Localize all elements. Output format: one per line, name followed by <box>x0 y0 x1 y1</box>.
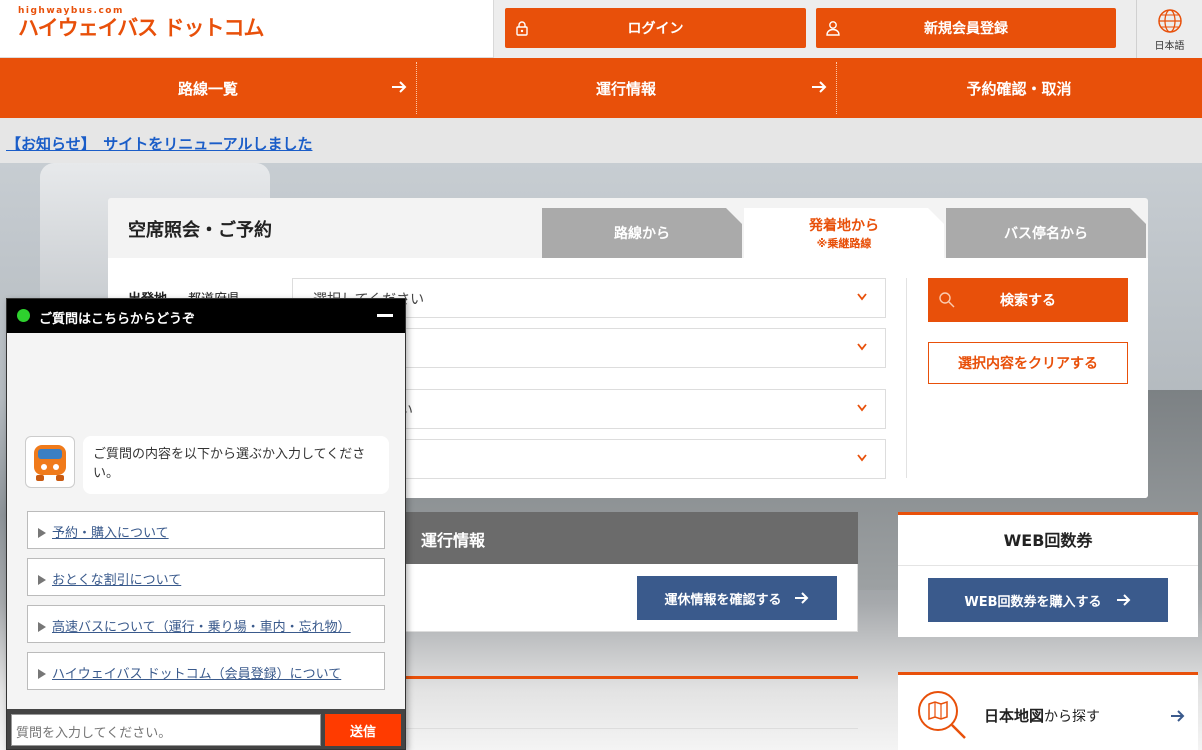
section-divider <box>405 728 858 729</box>
triangle-right-icon <box>38 575 46 585</box>
bus-mascot-icon <box>34 445 66 481</box>
lock-icon <box>516 21 528 36</box>
section-divider <box>405 676 858 679</box>
triangle-right-icon <box>38 622 46 632</box>
chevron-down-icon <box>857 404 867 412</box>
chat-option-link[interactable]: 高速バスについて（運行・乗り場・車内・忘れ物） <box>52 620 351 635</box>
chat-message: ご質問の内容を以下から選ぶか入力してください。 <box>83 436 389 494</box>
tab-by-bus-stop[interactable]: バス停名から <box>946 208 1146 258</box>
notice-link[interactable]: 【お知らせ】 サイトをリニューアルしました <box>6 135 312 153</box>
chevron-down-icon <box>857 293 867 301</box>
chat-option-link[interactable]: おとくな割引について <box>52 573 181 588</box>
triangle-right-icon <box>38 669 46 679</box>
chat-option-link[interactable]: 予約・購入について <box>52 526 169 541</box>
chevron-down-icon <box>857 454 867 462</box>
user-icon <box>826 21 840 36</box>
chat-header: ご質問はこちらからどうぞ <box>7 299 405 333</box>
search-button-label: 検索する <box>1000 293 1056 309</box>
chat-option[interactable]: 予約・購入について <box>27 511 385 549</box>
web-ticket-card: WEB回数券 WEB回数券を購入する <box>898 512 1198 637</box>
chat-input-bar: 送信 <box>7 709 405 749</box>
register-label: 新規会員登録 <box>924 21 1008 37</box>
logo-domain: highwaybus.com <box>18 6 124 16</box>
chat-option-link[interactable]: ハイウェイバス ドットコム（会員登録）について <box>52 667 341 682</box>
check-suspension-label: 運休情報を確認する <box>664 592 782 608</box>
chevron-down-icon <box>857 343 867 351</box>
chat-title: ご質問はこちらからどうぞ <box>39 312 196 327</box>
register-button[interactable]: 新規会員登録 <box>816 8 1116 48</box>
globe-icon <box>1157 9 1182 33</box>
triangle-right-icon <box>38 528 46 538</box>
operation-info-header: 運行情報 <box>405 512 858 564</box>
nav-item-label: 路線一覧 <box>177 79 238 98</box>
map-search-icon <box>918 691 966 739</box>
logo-text: ハイウェイバス ドットコム <box>18 16 264 40</box>
map-search-suffix: から探す <box>1044 709 1101 725</box>
language-switcher[interactable]: 日本語 <box>1136 0 1202 58</box>
nav-item-reservation[interactable]: 予約確認・取消 <box>836 58 1202 118</box>
login-button[interactable]: ログイン <box>505 8 806 48</box>
online-status-icon <box>17 309 30 322</box>
page: highwaybus.com ハイウェイバス ドットコム ログイン 新規会員登録… <box>0 0 1202 750</box>
send-label: 送信 <box>349 724 376 740</box>
chat-option[interactable]: ハイウェイバス ドットコム（会員登録）について <box>27 652 385 690</box>
map-search-card[interactable]: 日本地図から探す <box>898 672 1198 750</box>
map-search-text: 日本地図から探す <box>984 705 1100 726</box>
send-button[interactable]: 送信 <box>325 714 401 746</box>
check-suspension-button[interactable]: 運休情報を確認する <box>637 576 837 620</box>
chat-input[interactable] <box>11 714 321 746</box>
chat-option[interactable]: 高速バスについて（運行・乗り場・車内・忘れ物） <box>27 605 385 643</box>
language-label: 日本語 <box>1154 41 1185 52</box>
nav-item-label: 予約確認・取消 <box>966 79 1072 98</box>
tab-by-origin-destination[interactable]: 発着地から ※乗継路線 <box>744 208 944 258</box>
chat-option[interactable]: おとくな割引について <box>27 558 385 596</box>
search-panel-title: 空席照会・ご予約 <box>128 220 272 241</box>
operation-info-title: 運行情報 <box>421 531 486 550</box>
tab-label: 発着地から <box>809 218 879 234</box>
nav-item-routes[interactable]: 路線一覧 <box>0 58 416 118</box>
buy-web-ticket-button[interactable]: WEB回数券を購入する <box>928 578 1168 622</box>
tab-by-route[interactable]: 路線から <box>542 208 742 258</box>
search-button[interactable]: 検索する <box>928 278 1128 322</box>
tab-label: 路線から <box>614 226 670 242</box>
login-label: ログイン <box>627 21 684 37</box>
notice-bar: 【お知らせ】 サイトをリニューアルしました <box>0 118 1202 163</box>
web-ticket-title: WEB回数券 <box>1003 531 1093 550</box>
nav-item-operation[interactable]: 運行情報 <box>416 58 836 118</box>
arrow-right-icon <box>1116 594 1130 606</box>
form-divider <box>906 278 907 478</box>
buy-web-ticket-label: WEB回数券を購入する <box>964 594 1102 610</box>
minimize-icon[interactable] <box>377 314 393 317</box>
chatbot-avatar <box>25 436 75 488</box>
clear-button[interactable]: 選択内容をクリアする <box>928 342 1128 384</box>
main-nav: 路線一覧 運行情報 予約確認・取消 <box>0 58 1202 118</box>
arrow-right-icon <box>794 592 808 604</box>
tab-sublabel: ※乗継路線 <box>816 237 872 250</box>
nav-item-label: 運行情報 <box>595 79 656 98</box>
operation-info-card: 運休情報を確認する <box>405 564 858 632</box>
card-divider <box>898 565 1198 566</box>
tab-label: バス停名から <box>1004 226 1088 242</box>
arrow-right-icon <box>812 81 827 93</box>
arrow-right-icon <box>392 81 407 93</box>
chat-widget: ご質問はこちらからどうぞ ご質問の内容を以下から選ぶか入力してください。 予約・… <box>6 298 406 750</box>
arrow-right-icon <box>1171 710 1185 722</box>
clear-button-label: 選択内容をクリアする <box>958 356 1098 372</box>
site-header: highwaybus.com ハイウェイバス ドットコム ログイン 新規会員登録… <box>0 0 1202 58</box>
search-icon <box>939 292 955 308</box>
site-logo[interactable]: highwaybus.com ハイウェイバス ドットコム <box>18 6 264 40</box>
map-search-strong: 日本地図 <box>984 707 1045 725</box>
